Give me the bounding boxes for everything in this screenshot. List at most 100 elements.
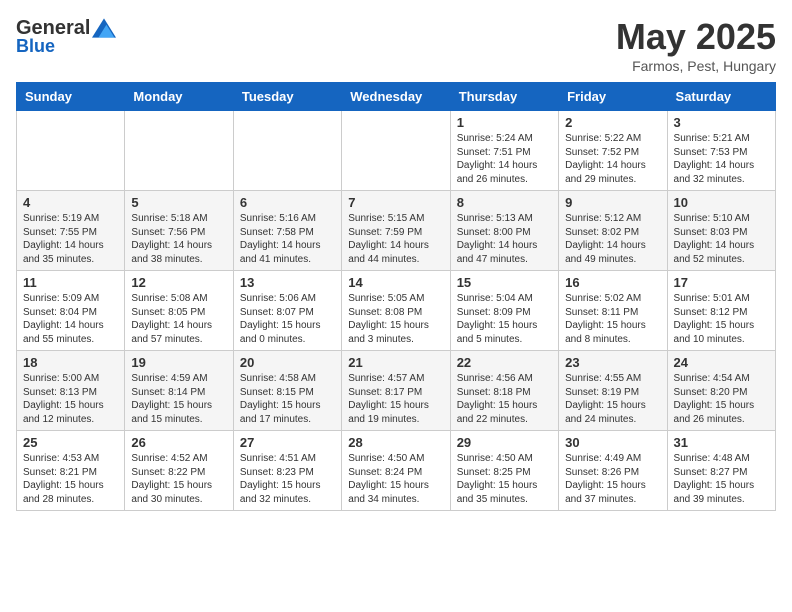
day-number: 10 — [674, 195, 769, 210]
day-cell: 29Sunrise: 4:50 AM Sunset: 8:25 PM Dayli… — [450, 431, 558, 511]
weekday-header-friday: Friday — [559, 83, 667, 111]
day-number: 29 — [457, 435, 552, 450]
day-number: 13 — [240, 275, 335, 290]
day-cell — [17, 111, 125, 191]
week-row-1: 1Sunrise: 5:24 AM Sunset: 7:51 PM Daylig… — [17, 111, 776, 191]
day-cell: 21Sunrise: 4:57 AM Sunset: 8:17 PM Dayli… — [342, 351, 450, 431]
day-cell: 17 Sunrise: 5:01 AM Sunset: 8:12 PM Dayli… — [667, 271, 775, 351]
day-info: Sunrise: 4:56 AM Sunset: 8:18 PM Dayligh… — [457, 372, 552, 426]
weekday-header-wednesday: Wednesday — [342, 83, 450, 111]
day-number: 19 — [131, 355, 226, 370]
day-info: Sunrise: 5:21 AM Sunset: 7:53 PM Dayligh… — [674, 132, 769, 186]
day-cell: 22 Sunrise: 4:56 AM Sunset: 8:18 PM Dayli… — [450, 351, 558, 431]
day-info: Sunrise: 5:06 AM Sunset: 8:07 PM Dayligh… — [240, 292, 335, 346]
day-info: Sunrise: 5:08 AM Sunset: 8:05 PM Dayligh… — [131, 292, 226, 346]
day-info: Sunrise: 5:16 AM Sunset: 7:58 PM Dayligh… — [240, 212, 335, 266]
month-title: May 2025 — [616, 16, 776, 58]
day-cell: 4Sunrise: 5:19 AM Sunset: 7:55 PM Daylig… — [17, 191, 125, 271]
day-cell: 14 Sunrise: 5:05 AM Sunset: 8:08 PM Dayli… — [342, 271, 450, 351]
weekday-header-saturday: Saturday — [667, 83, 775, 111]
day-number: 18 — [23, 355, 118, 370]
day-info: Sunrise: 4:48 AM Sunset: 8:27 PM Dayligh… — [674, 452, 769, 506]
day-info: Sunrise: 4:55 AM Sunset: 8:19 PM Dayligh… — [565, 372, 660, 426]
day-number: 22 — [457, 355, 552, 370]
weekday-header-tuesday: Tuesday — [233, 83, 341, 111]
day-number: 26 — [131, 435, 226, 450]
day-cell: 3 Sunrise: 5:21 AM Sunset: 7:53 PM Daylig… — [667, 111, 775, 191]
day-number: 30 — [565, 435, 660, 450]
day-cell: 5 Sunrise: 5:18 AM Sunset: 7:56 PM Daylig… — [125, 191, 233, 271]
day-number: 6 — [240, 195, 335, 210]
day-info: Sunrise: 4:59 AM Sunset: 8:14 PM Dayligh… — [131, 372, 226, 426]
day-info: Sunrise: 5:12 AM Sunset: 8:02 PM Dayligh… — [565, 212, 660, 266]
day-number: 24 — [674, 355, 769, 370]
title-block: May 2025 Farmos, Pest, Hungary — [616, 16, 776, 74]
weekday-header-monday: Monday — [125, 83, 233, 111]
day-cell: 24 Sunrise: 4:54 AM Sunset: 8:20 PM Dayli… — [667, 351, 775, 431]
day-cell: 31 Sunrise: 4:48 AM Sunset: 8:27 PM Dayli… — [667, 431, 775, 511]
day-cell: 6 Sunrise: 5:16 AM Sunset: 7:58 PM Daylig… — [233, 191, 341, 271]
day-info: Sunrise: 5:09 AM Sunset: 8:04 PM Dayligh… — [23, 292, 118, 346]
day-info: Sunrise: 4:53 AM Sunset: 8:21 PM Dayligh… — [23, 452, 118, 506]
day-info: Sunrise: 5:13 AM Sunset: 8:00 PM Dayligh… — [457, 212, 552, 266]
day-cell: 27Sunrise: 4:51 AM Sunset: 8:23 PM Dayli… — [233, 431, 341, 511]
weekday-header-row: SundayMondayTuesdayWednesdayThursdayFrid… — [17, 83, 776, 111]
day-number: 7 — [348, 195, 443, 210]
week-row-2: 4Sunrise: 5:19 AM Sunset: 7:55 PM Daylig… — [17, 191, 776, 271]
day-number: 20 — [240, 355, 335, 370]
weekday-header-sunday: Sunday — [17, 83, 125, 111]
day-number: 12 — [131, 275, 226, 290]
day-number: 8 — [457, 195, 552, 210]
day-cell: 1Sunrise: 5:24 AM Sunset: 7:51 PM Daylig… — [450, 111, 558, 191]
week-row-3: 11 Sunrise: 5:09 AM Sunset: 8:04 PM Dayli… — [17, 271, 776, 351]
day-number: 14 — [348, 275, 443, 290]
day-cell — [342, 111, 450, 191]
day-number: 27 — [240, 435, 335, 450]
day-number: 5 — [131, 195, 226, 210]
day-info: Sunrise: 5:04 AM Sunset: 8:09 PM Dayligh… — [457, 292, 552, 346]
day-cell: 15 Sunrise: 5:04 AM Sunset: 8:09 PM Dayli… — [450, 271, 558, 351]
logo-blue: Blue — [16, 36, 55, 56]
day-cell: 8 Sunrise: 5:13 AM Sunset: 8:00 PM Daylig… — [450, 191, 558, 271]
day-number: 2 — [565, 115, 660, 130]
week-row-4: 18Sunrise: 5:00 AM Sunset: 8:13 PM Dayli… — [17, 351, 776, 431]
day-cell — [125, 111, 233, 191]
day-info: Sunrise: 4:58 AM Sunset: 8:15 PM Dayligh… — [240, 372, 335, 426]
day-info: Sunrise: 4:52 AM Sunset: 8:22 PM Dayligh… — [131, 452, 226, 506]
week-row-5: 25 Sunrise: 4:53 AM Sunset: 8:21 PM Dayli… — [17, 431, 776, 511]
day-number: 15 — [457, 275, 552, 290]
day-cell: 23Sunrise: 4:55 AM Sunset: 8:19 PM Dayli… — [559, 351, 667, 431]
day-cell: 18Sunrise: 5:00 AM Sunset: 8:13 PM Dayli… — [17, 351, 125, 431]
day-number: 17 — [674, 275, 769, 290]
day-info: Sunrise: 5:18 AM Sunset: 7:56 PM Dayligh… — [131, 212, 226, 266]
day-number: 11 — [23, 275, 118, 290]
page-header: General Blue May 2025 Farmos, Pest, Hung… — [16, 16, 776, 74]
day-cell — [233, 111, 341, 191]
weekday-header-thursday: Thursday — [450, 83, 558, 111]
calendar: SundayMondayTuesdayWednesdayThursdayFrid… — [16, 82, 776, 511]
day-number: 16 — [565, 275, 660, 290]
day-number: 25 — [23, 435, 118, 450]
day-info: Sunrise: 4:49 AM Sunset: 8:26 PM Dayligh… — [565, 452, 660, 506]
day-number: 3 — [674, 115, 769, 130]
day-info: Sunrise: 5:01 AM Sunset: 8:12 PM Dayligh… — [674, 292, 769, 346]
day-cell: 9 Sunrise: 5:12 AM Sunset: 8:02 PM Daylig… — [559, 191, 667, 271]
day-cell: 7Sunrise: 5:15 AM Sunset: 7:59 PM Daylig… — [342, 191, 450, 271]
day-cell: 16 Sunrise: 5:02 AM Sunset: 8:11 PM Dayli… — [559, 271, 667, 351]
day-info: Sunrise: 5:24 AM Sunset: 7:51 PM Dayligh… — [457, 132, 552, 186]
logo: General Blue — [16, 16, 116, 57]
logo-icon — [92, 16, 116, 40]
day-info: Sunrise: 4:54 AM Sunset: 8:20 PM Dayligh… — [674, 372, 769, 426]
day-number: 28 — [348, 435, 443, 450]
day-number: 9 — [565, 195, 660, 210]
day-info: Sunrise: 5:10 AM Sunset: 8:03 PM Dayligh… — [674, 212, 769, 266]
day-info: Sunrise: 5:05 AM Sunset: 8:08 PM Dayligh… — [348, 292, 443, 346]
day-number: 31 — [674, 435, 769, 450]
day-info: Sunrise: 4:57 AM Sunset: 8:17 PM Dayligh… — [348, 372, 443, 426]
day-info: Sunrise: 5:02 AM Sunset: 8:11 PM Dayligh… — [565, 292, 660, 346]
day-cell: 10 Sunrise: 5:10 AM Sunset: 8:03 PM Dayli… — [667, 191, 775, 271]
day-cell: 25 Sunrise: 4:53 AM Sunset: 8:21 PM Dayli… — [17, 431, 125, 511]
day-info: Sunrise: 5:19 AM Sunset: 7:55 PM Dayligh… — [23, 212, 118, 266]
day-cell: 28Sunrise: 4:50 AM Sunset: 8:24 PM Dayli… — [342, 431, 450, 511]
day-cell: 26 Sunrise: 4:52 AM Sunset: 8:22 PM Dayli… — [125, 431, 233, 511]
